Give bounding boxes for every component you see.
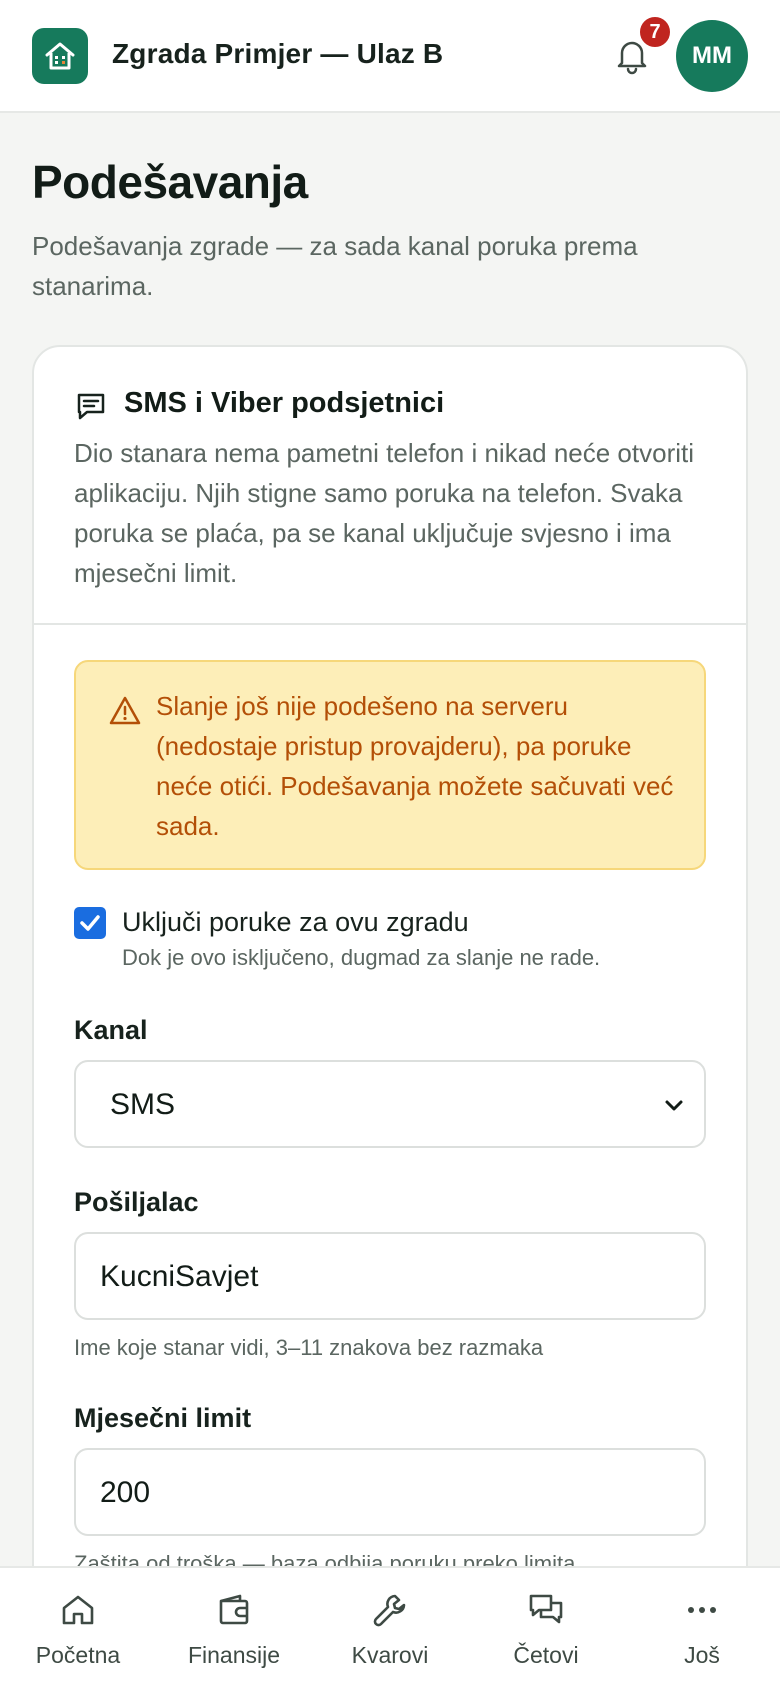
channel-select[interactable]: SMS: [74, 1060, 706, 1148]
enable-messages-hint: Dok je ovo isključeno, dugmad za slanje …: [122, 945, 601, 970]
nav-label: Još: [684, 1642, 720, 1668]
bottom-navigation: Početna Finansije Kvarovi Četovi Još: [0, 1566, 780, 1688]
card-title: SMS i Viber podsjetnici: [124, 387, 445, 419]
warning-triangle-icon: [109, 696, 141, 725]
nav-item-home[interactable]: Početna: [0, 1568, 156, 1688]
warning-alert: Slanje još nije podešeno na serveru (ned…: [74, 660, 706, 870]
wallet-icon: [219, 1594, 249, 1625]
app-title: Zgrada Primjer — Ulaz B: [112, 38, 444, 69]
top-bar: Zgrada Primjer — Ulaz B 7 MM: [0, 0, 780, 113]
enable-messages-checkbox[interactable]: [74, 907, 106, 939]
nav-label: Četovi: [513, 1642, 579, 1668]
chat-icon: [529, 1594, 563, 1624]
warning-text: Slanje još nije podešeno na serveru (ned…: [156, 691, 674, 841]
page-subtitle: Podešavanja zgrade — za sada kanal poruk…: [32, 231, 638, 301]
notification-count-badge: 7: [638, 15, 672, 49]
nav-item-repairs[interactable]: Kvarovi: [312, 1568, 468, 1688]
sms-viber-settings-card: SMS i Viber podsjetnici Dio stanara nema…: [32, 345, 748, 1688]
nav-item-more[interactable]: Još: [624, 1568, 780, 1688]
nav-item-finances[interactable]: Finansije: [156, 1568, 312, 1688]
card-description: Dio stanara nema pametni telefon i nikad…: [74, 438, 695, 588]
enable-messages-label[interactable]: Uključi poruke za ovu zgradu: [122, 907, 469, 938]
building-home-icon: [45, 42, 75, 70]
sender-input-value: KucniSavjet: [100, 1260, 259, 1293]
channel-select-value: SMS: [110, 1088, 176, 1121]
message-icon: [77, 393, 105, 420]
channel-label: Kanal: [74, 1015, 148, 1045]
checkmark-icon: [80, 915, 100, 931]
monthly-limit-label: Mjesečni limit: [74, 1403, 252, 1433]
nav-label: Finansije: [187, 1642, 281, 1668]
nav-item-chats[interactable]: Četovi: [468, 1568, 624, 1688]
card-header: SMS i Viber podsjetnici Dio stanara nema…: [34, 347, 746, 625]
sender-input[interactable]: KucniSavjet: [74, 1232, 706, 1320]
monthly-limit-value: 200: [100, 1476, 151, 1509]
sender-hint: Ime koje stanar vidi, 3–11 znakova bez r…: [74, 1335, 544, 1360]
chevron-down-icon: [665, 1100, 683, 1111]
wrench-icon: [373, 1594, 406, 1627]
home-icon: [62, 1595, 94, 1625]
app-logo[interactable]: [32, 28, 88, 84]
user-avatar[interactable]: MM: [676, 20, 748, 92]
monthly-limit-input[interactable]: 200: [74, 1448, 706, 1536]
page-title: Podešavanja: [32, 156, 308, 208]
nav-label: Početna: [35, 1642, 121, 1668]
nav-label: Kvarovi: [351, 1642, 429, 1668]
more-icon: [688, 1607, 716, 1613]
sender-label: Pošiljalac: [74, 1187, 199, 1217]
